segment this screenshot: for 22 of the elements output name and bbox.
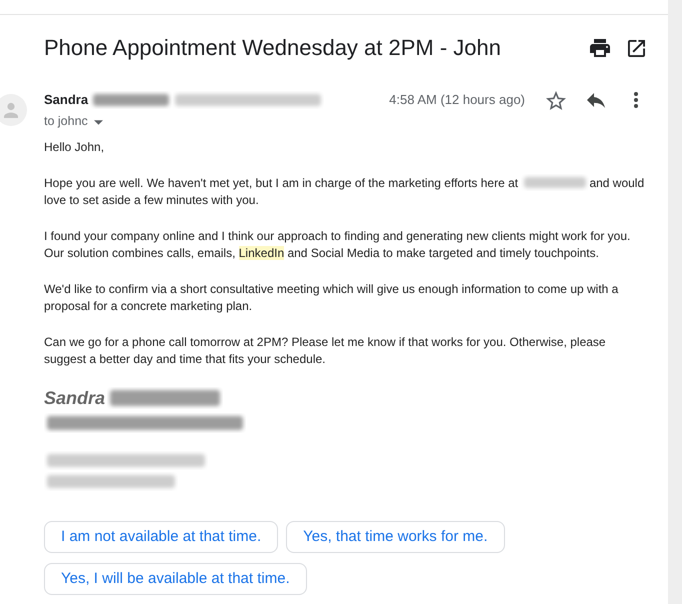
open-in-new-window-icon (628, 40, 644, 56)
smart-reply-button[interactable]: Yes, that time works for me. (286, 521, 505, 553)
print-icon (590, 39, 610, 57)
smart-reply-button[interactable]: Yes, I will be available at that time. (44, 563, 307, 595)
body-paragraph: We'd like to confirm via a short consultative meeting which will give us enough information to come up with a proposal for a concrete marketing plan. (44, 281, 620, 315)
print-button[interactable] (590, 38, 610, 58)
caret-down-icon (94, 120, 103, 124)
body-paragraph: Hope you are well. We haven't met yet, but I am in charge of the marketing efforts here at and would love to set aside a few minutes with you. (44, 175, 646, 209)
body-paragraph: Can we go for a phone call tomorrow at 2PM? Please let me know if that works for you. Otherwise, please suggest a better day and time that fits your schedule. (44, 334, 607, 368)
star-button[interactable] (546, 90, 566, 110)
signature-name: Sandra (44, 387, 106, 409)
body-paragraph: Hello John, (44, 139, 106, 156)
sender-name: Sandra (44, 91, 88, 110)
reply-icon (587, 92, 605, 108)
smart-reply-button[interactable]: I am not available at that time. (44, 521, 278, 553)
avatar-icon (0, 94, 27, 126)
message-time: 4:58 AM (12 hours ago) (389, 91, 525, 110)
more-options-icon (634, 92, 638, 108)
email-subject: Phone Appointment Wednesday at 2PM - John (44, 34, 502, 62)
body-paragraph: I found your company online and I think our approach to finding and generating new clients might work for you. Our solution combines calls, emails, LinkedIn and Social Media to make targeted and timely touchpoints. (44, 228, 632, 262)
open-in-new-window-button[interactable] (626, 38, 646, 58)
recipient-details-button[interactable]: to johnc (44, 113, 103, 129)
